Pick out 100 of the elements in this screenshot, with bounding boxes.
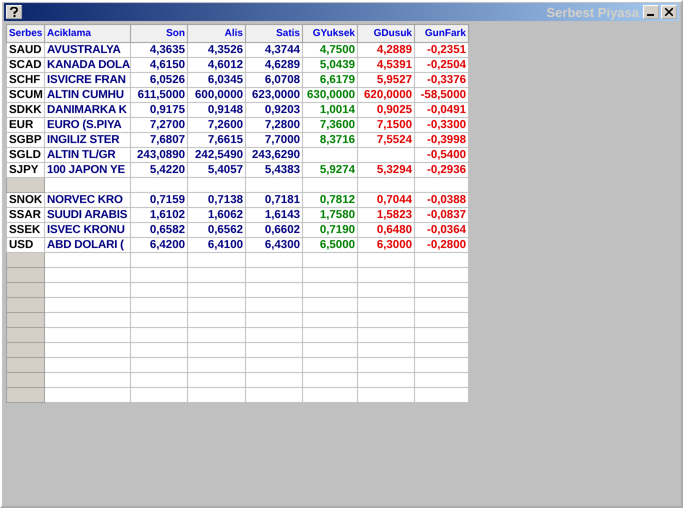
table-cell: 243,0890 — [130, 148, 188, 162]
table-cell: 4,3526 — [188, 42, 246, 58]
column-header[interactable]: Son — [130, 24, 188, 42]
table-cell: 1,6062 — [188, 208, 246, 222]
table-cell: 243,6290 — [246, 148, 302, 162]
table-cell: 611,5000 — [130, 88, 188, 102]
table-cell: 6,3000 — [358, 238, 414, 252]
table-cell: NORVEC KRO — [44, 192, 130, 208]
table-cell: SCUM — [6, 88, 44, 102]
table-cell: KANADA DOLA — [44, 58, 130, 72]
table-cell: 7,2600 — [188, 118, 246, 132]
table-cell: SCHF — [6, 72, 44, 88]
table-cell: SUUDI ARABIS — [44, 208, 130, 222]
table-cell: 4,3635 — [130, 42, 188, 58]
table-cell: 1,5823 — [358, 208, 414, 222]
table-cell: -0,0364 — [414, 222, 468, 238]
table-cell: SGLD — [6, 148, 44, 162]
table-cell: AVUSTRALYA — [44, 42, 130, 58]
table-cell: 0,7812 — [302, 192, 358, 208]
table-cell: 6,0708 — [246, 72, 302, 88]
table-cell: 0,7190 — [302, 222, 358, 238]
table-cell: 0,6480 — [358, 222, 414, 238]
table-cell: SAUD — [6, 42, 44, 58]
table-cell: 5,4383 — [246, 162, 302, 178]
column-header[interactable]: Satis — [246, 24, 302, 42]
window-title: Serbest Piyasa — [545, 4, 640, 20]
close-button[interactable] — [661, 5, 677, 19]
column-header[interactable]: Alis — [188, 24, 246, 42]
close-icon — [665, 8, 673, 16]
table-cell: -58,5000 — [414, 88, 468, 102]
table-cell: SNOK — [6, 192, 44, 208]
table-cell: -0,0837 — [414, 208, 468, 222]
table-cell: 630,0000 — [302, 88, 358, 102]
table-cell: -0,2504 — [414, 58, 468, 72]
table-cell: 0,7138 — [188, 192, 246, 208]
table-cell: USD — [6, 238, 44, 252]
table-cell: 4,6012 — [188, 58, 246, 72]
table-cell: 0,9203 — [246, 102, 302, 118]
table-cell: INGILIZ STER — [44, 132, 130, 148]
table-cell: ALTIN CUMHU — [44, 88, 130, 102]
table-cell: SDKK — [6, 102, 44, 118]
table-cell: 6,4100 — [188, 238, 246, 252]
table-cell: ISVICRE FRAN — [44, 72, 130, 88]
table-cell: 600,0000 — [188, 88, 246, 102]
column-header[interactable]: GDusuk — [358, 24, 414, 42]
table-cell: SJPY — [6, 162, 44, 178]
table-cell: 4,6150 — [130, 58, 188, 72]
table-cell: -0,5400 — [414, 148, 468, 162]
help-button[interactable] — [6, 5, 22, 19]
minimize-button[interactable] — [643, 5, 659, 19]
table-cell: 0,7159 — [130, 192, 188, 208]
table-cell: 5,9527 — [358, 72, 414, 88]
table-cell: 0,6602 — [246, 222, 302, 238]
table-cell: 7,5524 — [358, 132, 414, 148]
table-cell: 4,3744 — [246, 42, 302, 58]
table-cell: 0,9148 — [188, 102, 246, 118]
table-cell: 4,2889 — [358, 42, 414, 58]
table-cell: 1,6102 — [130, 208, 188, 222]
table-cell: ALTIN TL/GR — [44, 148, 130, 162]
table-cell: 0,9175 — [130, 102, 188, 118]
table-cell: 1,6143 — [246, 208, 302, 222]
table-cell: SSAR — [6, 208, 44, 222]
table-cell: 8,3716 — [302, 132, 358, 148]
table-cell: 6,4200 — [130, 238, 188, 252]
table-cell: 0,6562 — [188, 222, 246, 238]
table-cell: 0,7044 — [358, 192, 414, 208]
table-cell: 7,2800 — [246, 118, 302, 132]
table-cell: 4,7500 — [302, 42, 358, 58]
table-cell: -0,3300 — [414, 118, 468, 132]
table-cell: 7,6807 — [130, 132, 188, 148]
question-mark-icon — [10, 7, 18, 17]
table-cell: 6,5000 — [302, 238, 358, 252]
table-cell: 7,3600 — [302, 118, 358, 132]
table-cell: 0,7181 — [246, 192, 302, 208]
table-cell: -0,2936 — [414, 162, 468, 178]
table-cell: ABD DOLARI ( — [44, 238, 130, 252]
table-cell: 0,9025 — [358, 102, 414, 118]
table-cell: 7,1500 — [358, 118, 414, 132]
table-cell: 620,0000 — [358, 88, 414, 102]
table-cell: DANIMARKA K — [44, 102, 130, 118]
table-cell: 7,6615 — [188, 132, 246, 148]
table-cell: 7,7000 — [246, 132, 302, 148]
table-cell: 5,4220 — [130, 162, 188, 178]
table-cell: 5,9274 — [302, 162, 358, 178]
table-cell: ISVEC KRONU — [44, 222, 130, 238]
table-cell: 623,0000 — [246, 88, 302, 102]
table-cell: -0,0491 — [414, 102, 468, 118]
column-header[interactable]: GYuksek — [302, 24, 358, 42]
table-cell: 1,0014 — [302, 102, 358, 118]
table-cell: EUR — [6, 118, 44, 132]
table-cell: -0,2800 — [414, 238, 468, 252]
table-cell: 5,3294 — [358, 162, 414, 178]
column-header[interactable]: GunFark — [414, 24, 468, 42]
table-cell: 6,4300 — [246, 238, 302, 252]
column-header[interactable]: Serbes — [6, 24, 44, 42]
table-cell: 0,6582 — [130, 222, 188, 238]
table-cell: 5,0439 — [302, 58, 358, 72]
table-cell: 5,4057 — [188, 162, 246, 178]
table-cell: -0,3376 — [414, 72, 468, 88]
column-header[interactable]: Aciklama — [44, 24, 130, 42]
